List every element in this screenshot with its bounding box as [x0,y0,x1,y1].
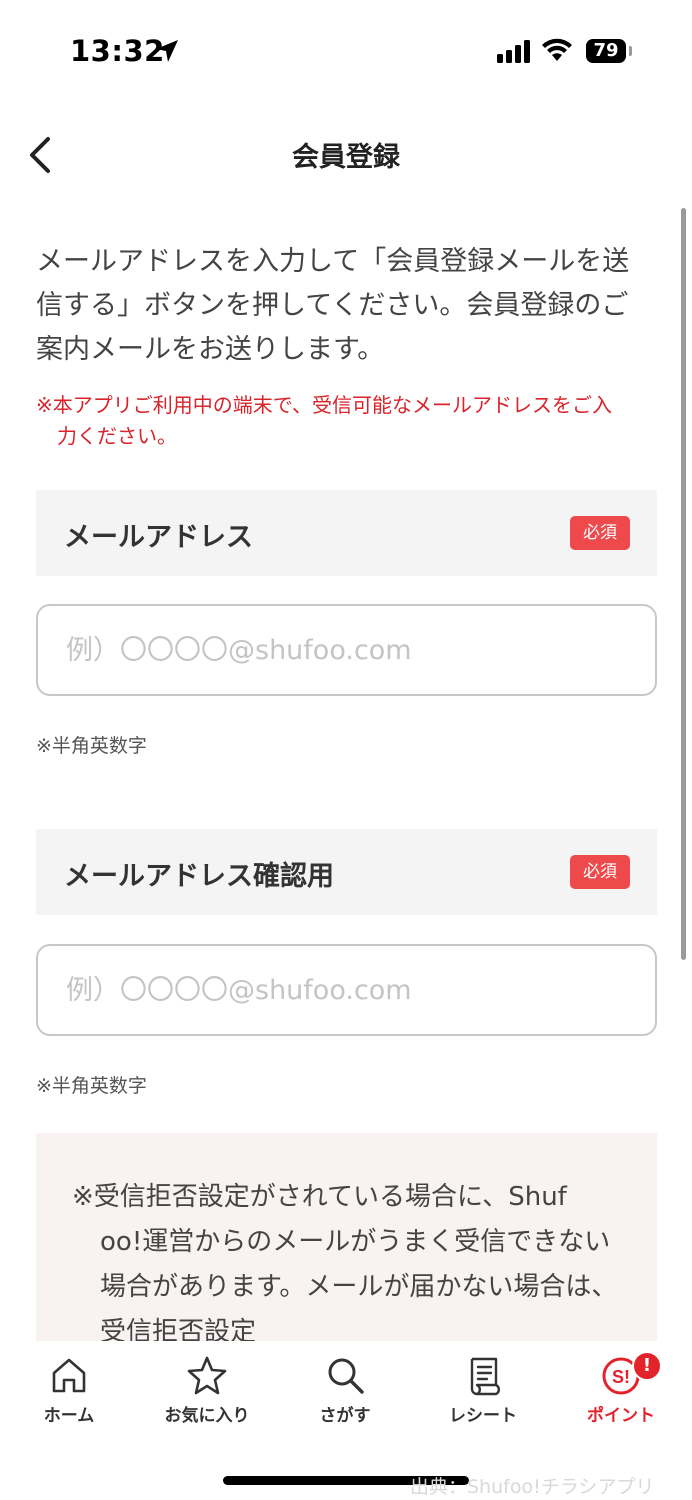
nav-search[interactable]: さがす [276,1341,414,1431]
nav-points[interactable]: S! ! ポイント [552,1341,690,1431]
home-icon [52,1358,86,1393]
email-confirm-label: メールアドレス確認用 [64,861,334,892]
nav-search-label: さがす [319,1406,371,1426]
wifi-icon [542,38,572,61]
email-field-header: メールアドレス 必須 [36,490,657,576]
email-confirm-input[interactable] [36,944,657,1036]
search-icon [328,1358,364,1394]
intro-text: メールアドレスを入力して「会員登録メールを送信する」ボタンを押してください。会員… [36,246,630,365]
page-title: 会員登録 [292,142,400,173]
nav-receipt[interactable]: レシート [414,1341,552,1431]
warning-line-1: ※本アプリご利用中の端末で、受信可能なメールアドレスをご入 [36,393,612,417]
email-input[interactable] [36,604,657,696]
notice-box: ※受信拒否設定がされている場合に、Shuf oo!運営からのメールがうまく受信で… [36,1133,657,1373]
notice-text: ※受信拒否設定がされている場合に、Shuf oo!運営からのメールがうまく受信で… [72,1175,627,1355]
location-arrow-icon [156,40,178,62]
required-badge: 必須 [570,516,630,550]
notification-badge: ! [632,1351,662,1381]
required-badge: 必須 [570,855,630,889]
nav-points-label: ポイント [587,1406,655,1426]
battery-level: 79 [586,39,626,63]
status-time: 13:32 [70,34,165,68]
star-icon [187,1356,227,1395]
scrollbar[interactable] [681,208,686,960]
warning-line-2: 力ください。 [57,424,177,448]
email-confirm-hint: ※半角英数字 [36,1075,147,1097]
nav-home-label: ホーム [43,1406,95,1426]
nav-header: 会員登録 [0,115,692,195]
notice-rest: oo!運営からのメールがうまく受信できない場合があります。メールが届かない場合は… [100,1227,618,1347]
svg-text:S!: S! [612,1367,630,1387]
notice-line-1: ※受信拒否設定がされている場合に、Shuf [72,1182,567,1212]
email-confirm-field-header: メールアドレス確認用 必須 [36,829,657,915]
nav-receipt-label: レシート [449,1406,517,1426]
signal-icon [497,40,530,63]
source-watermark: 出典：Shufoo!チラシアプリ [410,1476,655,1498]
receipt-icon [470,1357,500,1396]
email-label: メールアドレス [64,522,253,553]
status-bar: 13:32 79 [0,0,692,100]
nav-home[interactable]: ホーム [0,1341,138,1431]
nav-favorites[interactable]: お気に入り [138,1341,276,1431]
email-hint: ※半角英数字 [36,735,147,757]
warning-text: ※本アプリご利用中の端末で、受信可能なメールアドレスをご入 力ください。 [36,390,656,452]
battery-cap [629,46,632,56]
nav-favorites-label: お気に入り [164,1406,250,1426]
